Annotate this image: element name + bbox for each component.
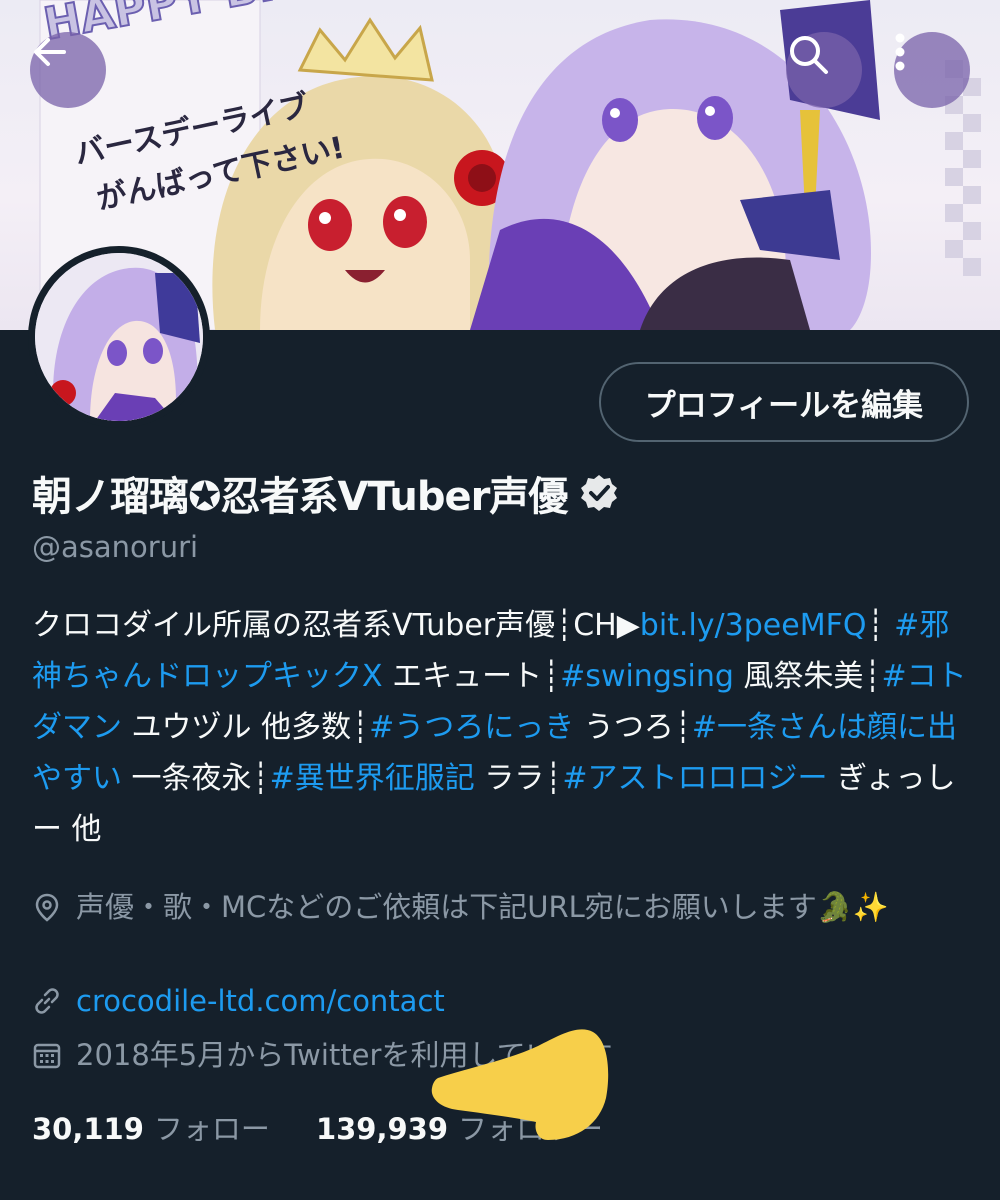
more-vertical-icon	[895, 33, 905, 71]
search-button[interactable]	[786, 32, 862, 108]
search-icon	[790, 36, 828, 74]
following-link[interactable]: 30,119 フォロー	[32, 1106, 270, 1148]
bio-text: 一条夜永┊	[122, 761, 270, 796]
location-text: 声優・歌・MCなどのご依頼は下記URL宛にお願いします🐊✨	[76, 890, 890, 924]
hashtag-link[interactable]: #うつろにっき	[369, 710, 574, 745]
bio-text: エキュート┊	[382, 659, 561, 694]
calendar-icon	[33, 1043, 61, 1069]
profile-bio: クロコダイル所属の忍者系VTuber声優┊CH▶bit.ly/3peeMFQ┊ …	[32, 600, 977, 855]
bio-text: クロコダイル所属の忍者系VTuber声優┊CH▶	[32, 608, 640, 643]
bio-text: うつろ┊	[574, 710, 692, 745]
display-name: 朝ノ瑠璃✪忍者系VTuber声優	[32, 474, 568, 520]
location-pin-icon	[35, 893, 59, 922]
pointing-finger-overlay	[431, 1029, 609, 1140]
profile-name-row: 朝ノ瑠璃✪忍者系VTuber声優	[32, 464, 619, 522]
edit-profile-button[interactable]: プロフィールを編集	[599, 362, 969, 442]
handle: @asanoruri	[32, 530, 199, 564]
link-icon	[35, 988, 59, 1014]
bio-text: ララ┊	[474, 761, 563, 796]
website-link[interactable]: crocodile-ltd.com/contact	[76, 978, 445, 1024]
website-row: crocodile-ltd.com/contact	[32, 978, 445, 1024]
verified-badge-icon	[581, 475, 618, 511]
avatar[interactable]	[28, 246, 210, 428]
following-label: フォロー	[153, 1112, 270, 1146]
hashtag-link[interactable]: #swingsing	[560, 659, 734, 694]
back-button[interactable]	[30, 32, 106, 108]
bio-text: 風祭朱美┊	[733, 659, 882, 694]
more-options-button[interactable]	[894, 32, 970, 108]
hashtag-link[interactable]: #アストロロロジー	[562, 761, 827, 796]
avatar-image	[35, 253, 203, 421]
bio-text: ユウヅル 他多数┊	[122, 710, 370, 745]
bio-text: ┊	[866, 608, 895, 643]
location-row: 声優・歌・MCなどのご依頼は下記URL宛にお願いします🐊✨	[32, 884, 972, 930]
bio-link[interactable]: bit.ly/3peeMFQ	[640, 608, 867, 643]
hashtag-link[interactable]: #異世界征服記	[270, 761, 475, 796]
arrow-left-icon	[34, 38, 66, 66]
following-count: 30,119	[32, 1112, 144, 1146]
